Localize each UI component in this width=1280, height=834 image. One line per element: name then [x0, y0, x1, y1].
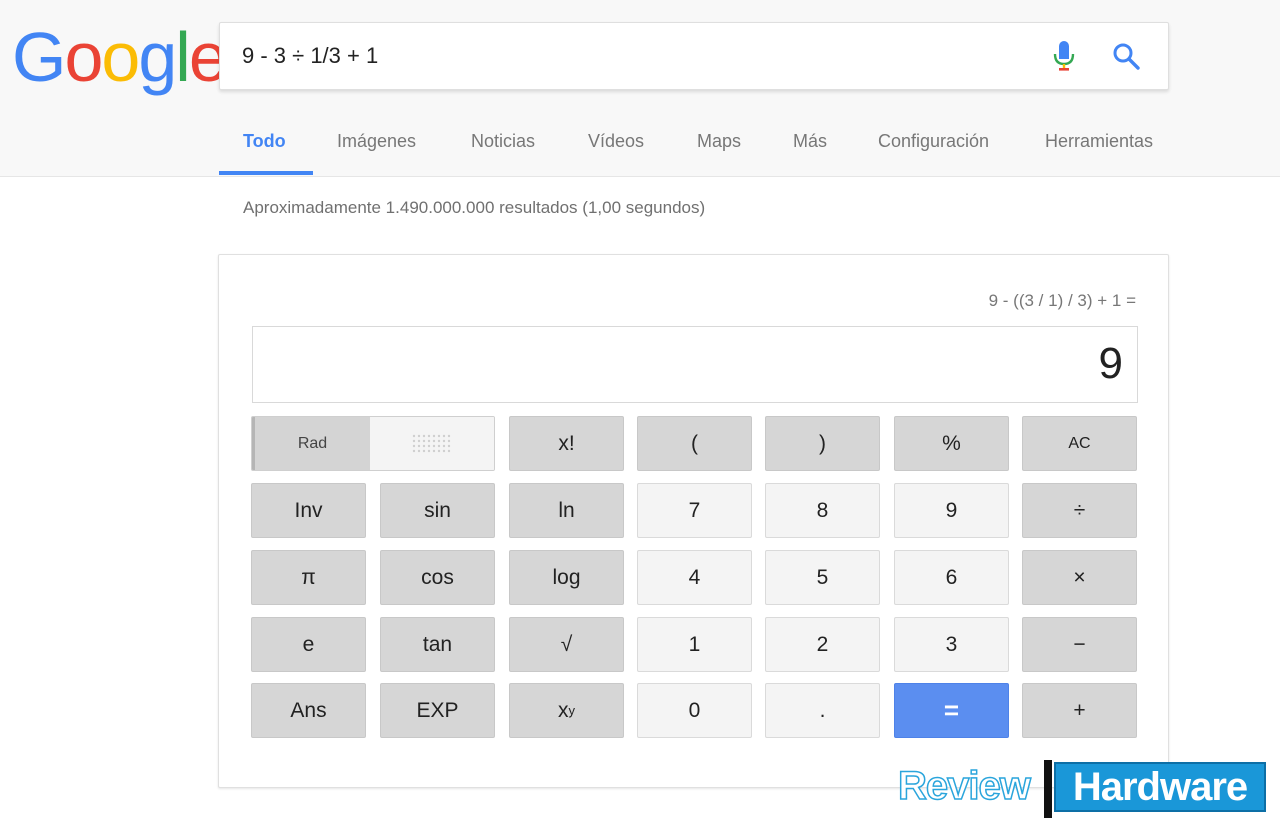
digit-1-key[interactable]: 1 [637, 617, 752, 672]
pi-key[interactable]: π [251, 550, 366, 605]
digit-7-key[interactable]: 7 [637, 483, 752, 538]
tab-mas[interactable]: Más [793, 108, 827, 174]
sin-key[interactable]: sin [380, 483, 495, 538]
digit-3-key[interactable]: 3 [894, 617, 1009, 672]
close-paren-key[interactable]: ) [765, 416, 880, 471]
power-key-base: x [558, 698, 569, 722]
rad-button[interactable]: Rad [252, 417, 370, 470]
open-paren-key[interactable]: ( [637, 416, 752, 471]
multiply-key[interactable]: × [1022, 550, 1137, 605]
clear-key[interactable]: AC [1022, 416, 1137, 471]
logo-letter: o [64, 18, 103, 96]
digit-2-key[interactable]: 2 [765, 617, 880, 672]
search-icon[interactable] [1112, 42, 1140, 70]
minus-key[interactable]: − [1022, 617, 1137, 672]
active-tab-indicator [219, 171, 313, 175]
deg-button[interactable] [370, 417, 494, 470]
digit-8-key[interactable]: 8 [765, 483, 880, 538]
logo-letter: l [175, 18, 191, 96]
watermark-divider [1044, 760, 1052, 818]
tab-herramientas[interactable]: Herramientas [1045, 108, 1153, 174]
logo-letter: o [101, 18, 140, 96]
watermark-hardware-text: Hardware [1054, 762, 1266, 812]
cos-key[interactable]: cos [380, 550, 495, 605]
watermark-logo: Review Hardware [897, 760, 1268, 820]
logo-letter: g [138, 18, 177, 96]
digit-5-key[interactable]: 5 [765, 550, 880, 605]
digit-9-key[interactable]: 9 [894, 483, 1009, 538]
tab-imagenes[interactable]: Imágenes [337, 108, 416, 174]
log-key[interactable]: log [509, 550, 624, 605]
angle-mode-toggle[interactable]: Rad [251, 416, 495, 471]
calculator-history: 9 - ((3 / 1) / 3) + 1 = [988, 291, 1136, 310]
equals-key[interactable]: = [894, 683, 1009, 738]
calculator-result: 9 [1098, 339, 1123, 388]
logo-letter: G [12, 18, 66, 96]
inv-key[interactable]: Inv [251, 483, 366, 538]
result-stats: Aproximadamente 1.490.000.000 resultados… [243, 198, 706, 217]
decimal-key[interactable]: . [765, 683, 880, 738]
percent-key[interactable]: % [894, 416, 1009, 471]
calculator-display: 9 [252, 326, 1138, 403]
power-key-exponent: y [568, 703, 576, 718]
sqrt-key[interactable]: √ [509, 617, 624, 672]
e-key[interactable]: e [251, 617, 366, 672]
top-bar: Google Todo Imágenes Noticias Vídeos Map… [0, 0, 1280, 177]
tab-configuracion[interactable]: Configuración [878, 108, 989, 174]
google-logo[interactable]: Google [12, 18, 228, 96]
digit-6-key[interactable]: 6 [894, 550, 1009, 605]
watermark-review-text: Review [897, 763, 1031, 809]
search-input[interactable] [242, 23, 1022, 89]
digit-0-key[interactable]: 0 [637, 683, 752, 738]
tan-key[interactable]: tan [380, 617, 495, 672]
digit-4-key[interactable]: 4 [637, 550, 752, 605]
search-box [219, 22, 1169, 90]
divide-key[interactable]: ÷ [1022, 483, 1137, 538]
dotted-grid-icon [412, 434, 451, 452]
plus-key[interactable]: + [1022, 683, 1137, 738]
ln-key[interactable]: ln [509, 483, 624, 538]
tab-maps[interactable]: Maps [697, 108, 741, 174]
tab-todo[interactable]: Todo [243, 108, 286, 174]
power-key[interactable]: xy [509, 683, 624, 738]
tab-videos[interactable]: Vídeos [588, 108, 644, 174]
exp-key[interactable]: EXP [380, 683, 495, 738]
factorial-key[interactable]: x! [509, 416, 624, 471]
tab-noticias[interactable]: Noticias [471, 108, 535, 174]
microphone-icon[interactable] [1052, 40, 1076, 72]
ans-key[interactable]: Ans [251, 683, 366, 738]
calculator-card: 9 - ((3 / 1) / 3) + 1 = 9 Rad x! ( ) % A… [218, 254, 1169, 788]
